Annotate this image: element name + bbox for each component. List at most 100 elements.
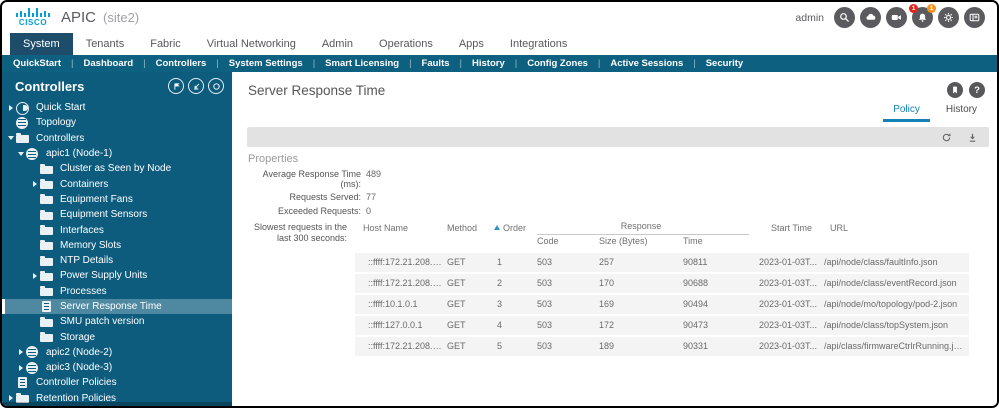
refresh-button[interactable] [941, 132, 952, 143]
tree-item-containers[interactable]: Containers [2, 176, 232, 191]
subnav-controllers[interactable]: Controllers [133, 58, 207, 69]
help-manual-button[interactable] [964, 7, 985, 28]
nav-tab-operations[interactable]: Operations [366, 33, 446, 55]
col-header-start-time[interactable]: Start Time [759, 223, 824, 233]
nav-tab-admin[interactable]: Admin [309, 33, 366, 55]
tree-item-ntp-details[interactable]: NTP Details [2, 253, 232, 268]
table-row[interactable]: ::ffff:172.21.208.205 GET 1 503 257 9081… [355, 252, 969, 272]
tree-item-equipment-sensors[interactable]: Equipment Sensors [2, 207, 232, 222]
help-button[interactable]: ? [969, 82, 985, 98]
tree-item-label: apic2 (Node-2) [46, 346, 113, 358]
bookmark-button[interactable] [947, 82, 963, 98]
flag-button[interactable] [168, 78, 184, 94]
tree-item-apic2[interactable]: apic2 (Node-2) [2, 345, 232, 360]
tree-item-memory-slots[interactable]: Memory Slots [2, 238, 232, 253]
cell-start-time: 2023-01-03T... [759, 299, 818, 309]
nav-tab-integrations[interactable]: Integrations [497, 33, 580, 55]
tree-item-power-supply-units[interactable]: Power Supply Units [2, 268, 232, 283]
table-row[interactable]: ::ffff:10.1.0.1 GET 3 503 169 90494 2023… [355, 294, 969, 314]
refresh-tree-button[interactable] [208, 78, 224, 94]
cell-host: ::ffff:127.0.0.1 [368, 320, 423, 330]
tree-item-processes[interactable]: Processes [2, 284, 232, 299]
requests-table: Host Name Method Order Response Start Ti… [355, 221, 969, 358]
slowest-requests-label: Slowest requests in the last 300 seconds… [253, 221, 347, 243]
help-icon: ? [974, 84, 980, 96]
cell-host: ::ffff:172.21.208.205 [368, 278, 447, 288]
cell-size: 189 [599, 341, 615, 351]
cell-start-time: 2023-01-03T... [759, 341, 818, 351]
subnav-system-settings[interactable]: System Settings [206, 58, 303, 69]
chevron-down-icon[interactable] [6, 136, 16, 140]
tree-item-controller-policies[interactable]: Controller Policies [2, 375, 232, 390]
chevron-right-icon[interactable] [6, 105, 16, 111]
col-header-method[interactable]: Method [447, 223, 490, 233]
screen-share-button[interactable] [886, 7, 907, 28]
tree-item-controllers[interactable]: Controllers [2, 131, 232, 146]
chevron-right-icon[interactable] [30, 181, 40, 187]
col-header-size[interactable]: Size (Bytes) [599, 236, 683, 246]
col-header-code[interactable]: Code [537, 236, 599, 246]
tree-item-label: NTP Details [60, 255, 114, 267]
tree-item-apic3[interactable]: apic3 (Node-3) [2, 360, 232, 375]
cell-time: 90473 [683, 320, 709, 330]
subnav-dashboard[interactable]: Dashboard [61, 58, 134, 69]
send-to-button[interactable] [188, 78, 204, 94]
nav-tab-apps[interactable]: Apps [446, 33, 497, 55]
tree-item-label: Cluster as Seen by Node [60, 163, 172, 175]
notifications-button[interactable]: 1 1 [909, 4, 936, 28]
table-row[interactable]: ::ffff:172.21.208.162 GET 5 503 189 9033… [355, 336, 969, 356]
col-header-time[interactable]: Time [683, 236, 759, 246]
table-subheader-row: Code Size (Bytes) Time [355, 235, 969, 248]
subnav-config-zones[interactable]: Config Zones [505, 58, 588, 69]
nav-tab-tenants[interactable]: Tenants [73, 33, 138, 55]
tab-policy[interactable]: Policy [883, 100, 930, 122]
tree-item-server-response-time[interactable]: Server Response Time [2, 298, 232, 315]
tree-item-interfaces[interactable]: Interfaces [2, 222, 232, 237]
tab-history[interactable]: History [936, 100, 987, 122]
tree-item-smu-patch-version[interactable]: SMU patch version [2, 314, 232, 329]
chevron-right-icon[interactable] [16, 365, 26, 371]
nav-tab-system[interactable]: System [10, 33, 73, 55]
tree-item-apic1[interactable]: apic1 (Node-1) [2, 146, 232, 161]
subnav-security[interactable]: Security [683, 58, 744, 69]
folder-icon [40, 209, 54, 221]
folder-icon [40, 316, 54, 328]
subnav-smart-licensing[interactable]: Smart Licensing [303, 58, 399, 69]
property-value: 489 [366, 168, 382, 179]
main-tabs: Policy History [239, 100, 997, 122]
table-row[interactable]: ::ffff:172.21.208.205 GET 2 503 170 9068… [355, 273, 969, 293]
cell-url: /api/node/class/faultInfo.json [824, 257, 938, 267]
main-panel: Server Response Time ? Policy History Pr… [239, 72, 997, 406]
cell-time: 90331 [683, 341, 709, 351]
page-title: Server Response Time [248, 82, 386, 98]
cell-time: 90688 [683, 278, 709, 288]
chevron-right-icon[interactable] [30, 273, 40, 279]
table-row[interactable]: ::ffff:127.0.0.1 GET 4 503 172 90473 202… [355, 315, 969, 335]
cloud-button[interactable] [860, 7, 881, 28]
chevron-down-icon[interactable] [16, 152, 26, 156]
nav-tab-virtual-networking[interactable]: Virtual Networking [194, 33, 309, 55]
chevron-right-icon[interactable] [6, 395, 16, 401]
col-header-url[interactable]: URL [824, 223, 969, 233]
tree-item-equipment-fans[interactable]: Equipment Fans [2, 192, 232, 207]
sort-ascending-icon [494, 225, 500, 230]
subnav-active-sessions[interactable]: Active Sessions [588, 58, 683, 69]
properties-section: Properties Average Response Time (ms): 4… [239, 147, 997, 358]
nav-tab-fabric[interactable]: Fabric [137, 33, 194, 55]
tree-item-cluster-as-seen-by-node[interactable]: Cluster as Seen by Node [2, 161, 232, 176]
col-header-order-label: Order [503, 222, 527, 233]
tree-item-topology[interactable]: Topology [2, 115, 232, 130]
search-button[interactable] [834, 7, 855, 28]
download-button[interactable] [967, 132, 978, 143]
col-header-order[interactable]: Order [490, 223, 537, 233]
subnav-history[interactable]: History [450, 58, 505, 69]
chevron-right-icon[interactable] [16, 349, 26, 355]
tree-item-retention-policies[interactable]: Retention Policies [2, 391, 232, 406]
subnav-quickstart[interactable]: QuickStart [13, 58, 61, 69]
tree-item-storage[interactable]: Storage [2, 329, 232, 344]
notifications-bell-icon [918, 13, 927, 22]
settings-button[interactable] [938, 7, 959, 28]
tree-item-quick-start[interactable]: Quick Start [2, 100, 232, 115]
col-header-host-name[interactable]: Host Name [355, 223, 447, 233]
subnav-faults[interactable]: Faults [399, 58, 450, 69]
